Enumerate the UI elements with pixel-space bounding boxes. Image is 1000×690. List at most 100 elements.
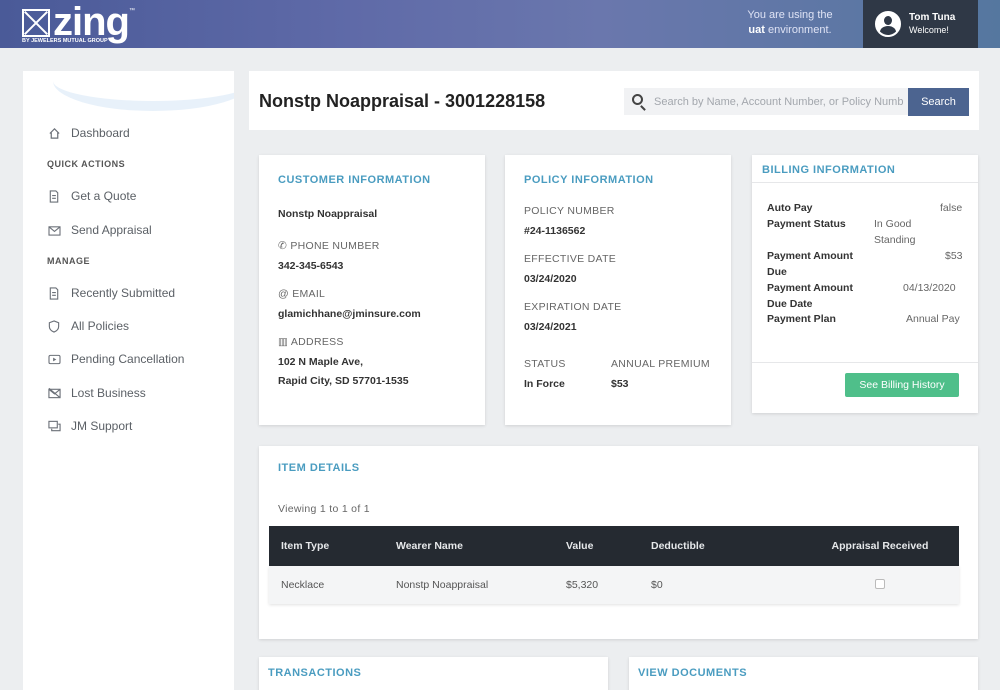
at-icon: @ (278, 288, 289, 300)
card-title: VIEW DOCUMENTS (638, 667, 748, 679)
payment-amount-due-label-1: Payment Amount (767, 250, 853, 262)
column-header-item-type[interactable]: Item Type (269, 540, 383, 552)
annual-premium-label: ANNUAL PREMIUM (611, 358, 710, 370)
page-header-card: Nonstp Noappraisal - 3001228158 Search (249, 71, 979, 130)
search-icon (632, 94, 643, 105)
search-button[interactable]: Search (908, 88, 969, 116)
payment-plan-value: Annual Pay (906, 313, 960, 325)
email-label-text: EMAIL (292, 288, 326, 300)
policy-number: #24-1136562 (524, 225, 586, 237)
table-row[interactable]: Necklace Nonstp Noappraisal $5,320 $0 (269, 566, 959, 604)
customer-name: Nonstp Noappraisal (278, 208, 378, 220)
payment-due-date-label-1: Payment Amount (767, 282, 853, 294)
cell-wearer-name: Nonstp Noappraisal (396, 579, 489, 591)
user-menu[interactable]: Tom Tuna Welcome! (863, 0, 978, 48)
auto-pay-value: false (940, 202, 963, 214)
sidebar-item-jm-support[interactable]: JM Support (47, 419, 132, 433)
sidebar-item-get-quote[interactable]: Get a Quote (47, 189, 136, 203)
logo-trademark: ™ (128, 8, 135, 14)
sidebar-item-recently-submitted[interactable]: Recently Submitted (47, 286, 175, 300)
address-line1: 102 N Maple Ave, (278, 356, 364, 368)
sidebar-item-label: Lost Business (71, 386, 146, 400)
page-title: Nonstp Noappraisal - 3001228158 (259, 91, 546, 111)
search-box (624, 88, 909, 115)
cell-item-type: Necklace (281, 579, 325, 591)
expiration-date-label: EXPIRATION DATE (524, 301, 622, 313)
avatar-icon (875, 11, 901, 37)
document-icon (47, 189, 61, 203)
items-table: Item Type Wearer Name Value Deductible A… (269, 526, 959, 604)
card-title: BILLING INFORMATION (762, 164, 896, 176)
payment-status-value-1: In Good (874, 218, 912, 230)
phone-label: ✆ PHONE NUMBER (278, 240, 380, 252)
appraisal-received-checkbox[interactable] (875, 578, 885, 589)
logo-subtitle: BY JEWELERS MUTUAL GROUP (22, 38, 108, 44)
divider (752, 362, 978, 363)
logo-text: zing (53, 0, 130, 44)
sidebar-item-label: Dashboard (71, 126, 130, 140)
sidebar-item-label: All Policies (71, 319, 130, 333)
address-label-text: ADDRESS (290, 336, 344, 348)
payment-plan-label: Payment Plan (767, 313, 836, 325)
column-header-wearer-name[interactable]: Wearer Name (383, 540, 566, 552)
address-line2: Rapid City, SD 57701-1535 (278, 375, 409, 387)
email-value: glamichhane@jminsure.com (278, 308, 421, 320)
play-box-icon (47, 352, 61, 366)
sidebar: Dashboard QUICK ACTIONS Get a Quote Send… (23, 71, 234, 690)
sidebar-item-label: JM Support (71, 419, 133, 433)
sidebar-item-label: Recently Submitted (71, 286, 176, 300)
payment-due-date-label-2: Due Date (767, 298, 813, 310)
sidebar-item-dashboard[interactable]: Dashboard (47, 126, 130, 140)
column-header-value[interactable]: Value (566, 540, 651, 552)
sidebar-item-label: Send Appraisal (71, 223, 152, 237)
email-label: @ EMAIL (278, 288, 325, 300)
address-label: ▥ ADDRESS (278, 336, 344, 348)
sidebar-item-send-appraisal[interactable]: Send Appraisal (47, 223, 152, 237)
payment-status-value-2: Standing (874, 234, 916, 246)
policy-number-label: POLICY NUMBER (524, 205, 615, 217)
sidebar-item-label: Get a Quote (71, 189, 137, 203)
card-title: ITEM DETAILS (278, 462, 360, 474)
sidebar-item-label: Pending Cancellation (71, 352, 185, 366)
cell-deductible: $0 (651, 579, 663, 591)
zing-logo[interactable]: zing ™ BY JEWELERS MUTUAL GROUP (22, 0, 135, 44)
home-icon (47, 126, 61, 140)
search-input[interactable] (654, 88, 904, 115)
map-icon: ▥ (278, 336, 289, 348)
payment-amount-due-value: $53 (945, 250, 963, 262)
env-line2: environment. (767, 24, 832, 36)
auto-pay-label: Auto Pay (767, 202, 813, 214)
envelope-slash-icon (47, 386, 61, 400)
decorative-swoosh (53, 71, 234, 111)
table-header: Item Type Wearer Name Value Deductible A… (269, 526, 959, 566)
top-bar: zing ™ BY JEWELERS MUTUAL GROUP You are … (0, 0, 1000, 48)
payment-due-date-value: 04/13/2020 (903, 282, 956, 294)
see-billing-history-button[interactable]: See Billing History (845, 373, 959, 397)
logo-mark-icon (22, 9, 50, 37)
card-title: CUSTOMER INFORMATION (278, 174, 431, 186)
effective-date: 03/24/2020 (524, 273, 577, 285)
policy-information-card: POLICY INFORMATION POLICY NUMBER #24-113… (505, 155, 731, 425)
sidebar-item-lost-business[interactable]: Lost Business (47, 386, 146, 400)
env-name: uat (748, 24, 765, 36)
sidebar-item-pending-cancellation[interactable]: Pending Cancellation (47, 352, 184, 366)
sidebar-item-all-policies[interactable]: All Policies (47, 319, 129, 333)
phone-value: 342-345-6543 (278, 260, 344, 272)
cell-value: $5,320 (566, 579, 599, 591)
view-documents-card: VIEW DOCUMENTS (629, 657, 978, 690)
billing-information-card: BILLING INFORMATION Auto Pay false Payme… (752, 155, 978, 413)
user-welcome: Welcome! (909, 25, 949, 35)
environment-notice: You are using the uat environment. (720, 8, 860, 38)
shield-icon (47, 319, 61, 333)
viewing-count: Viewing 1 to 1 of 1 (278, 503, 370, 515)
section-heading-manage: MANAGE (47, 256, 90, 266)
user-name: Tom Tuna (909, 12, 956, 23)
column-header-deductible[interactable]: Deductible (651, 540, 801, 552)
phone-label-text: PHONE NUMBER (290, 240, 380, 252)
status-label: STATUS (524, 358, 566, 370)
env-line1: You are using the (747, 9, 833, 21)
column-header-appraisal-received[interactable]: Appraisal Received (801, 540, 959, 552)
status-value: In Force (524, 378, 565, 390)
payment-status-label: Payment Status (767, 218, 846, 230)
divider (752, 182, 978, 183)
